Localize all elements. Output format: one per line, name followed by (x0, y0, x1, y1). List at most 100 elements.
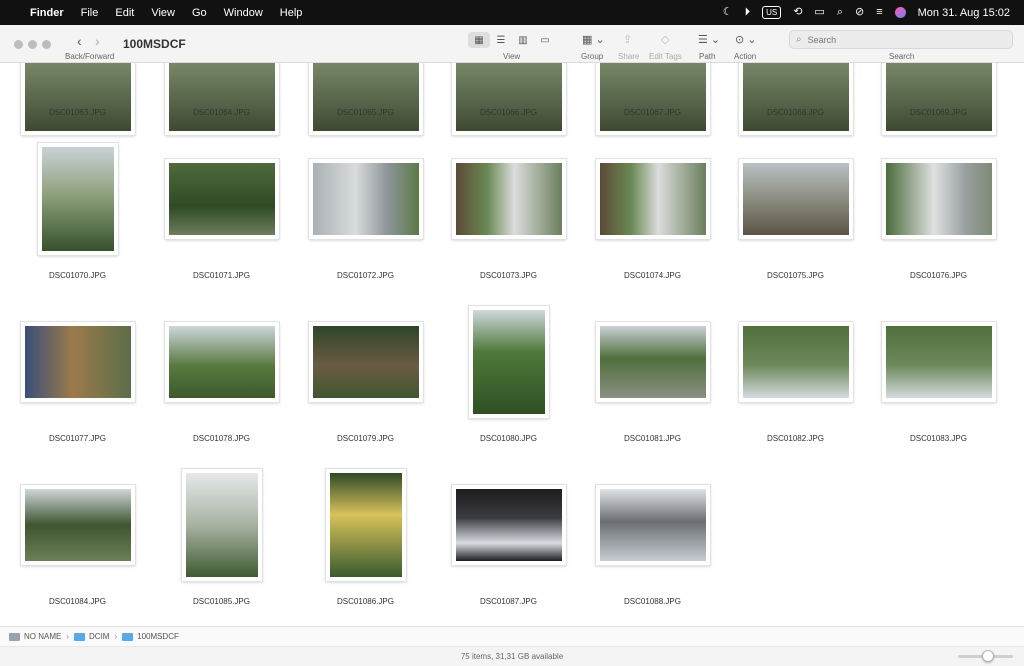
file-thumbnail[interactable] (595, 63, 710, 135)
menu-view[interactable]: View (151, 7, 175, 19)
search-field[interactable]: ⌕ (789, 30, 1013, 49)
file-thumbnail[interactable] (738, 159, 853, 239)
file-thumbnail[interactable] (881, 159, 996, 239)
file-thumbnail[interactable] (881, 63, 996, 135)
file-name-label: DSC01079.JPG (337, 434, 394, 443)
file-thumbnail[interactable] (451, 159, 566, 239)
status-text: 75 items, 31,31 GB available (460, 652, 564, 661)
file-thumbnail[interactable] (20, 322, 135, 402)
minimize-window-button[interactable] (28, 40, 37, 49)
menu-clock[interactable]: Mon 31. Aug 15:02 (918, 7, 1010, 19)
close-window-button[interactable] (14, 40, 23, 49)
file-thumbnail[interactable] (308, 63, 423, 135)
file-thumbnail[interactable] (164, 63, 279, 135)
file-thumbnail[interactable] (164, 322, 279, 402)
file-thumbnail[interactable] (20, 485, 135, 565)
file-thumbnail[interactable] (738, 322, 853, 402)
share-icon[interactable]: ⇪ (623, 33, 632, 46)
file-name-label: DSC01071.JPG (193, 271, 250, 280)
action-label: Action (734, 52, 757, 61)
photo-preview (168, 63, 275, 131)
file-thumbnail[interactable] (325, 469, 406, 581)
path-label: Path (699, 52, 716, 61)
photo-preview (599, 63, 706, 131)
file-name-label: DSC01064.JPG (193, 108, 250, 117)
file-thumbnail[interactable] (595, 485, 710, 565)
gallery-view-button[interactable]: ▭ (534, 32, 556, 48)
action-button[interactable]: ⊙ ⌄ (735, 33, 757, 46)
search-icon[interactable]: ⌕ (837, 7, 843, 18)
search-input[interactable] (807, 34, 988, 45)
folder-icon (74, 632, 86, 641)
file-thumbnail[interactable] (595, 159, 710, 239)
siri-icon[interactable] (894, 7, 906, 18)
file-thumbnail[interactable] (181, 469, 262, 581)
menu-go[interactable]: Go (192, 7, 207, 19)
view-label: View (503, 52, 521, 61)
list-view-button[interactable]: ☰ (490, 32, 512, 48)
play-circle-icon[interactable]: ⏵ (745, 7, 751, 18)
photo-preview (312, 326, 419, 398)
moon-icon[interactable]: ☾ (723, 7, 733, 18)
photo-preview (455, 163, 562, 235)
menu-window[interactable]: Window (224, 7, 263, 19)
control-center-icon[interactable]: ≡ (876, 7, 882, 18)
file-name-label: DSC01067.JPG (624, 108, 681, 117)
menu-bar: Finder File Edit View Go Window Help ☾ ⏵… (0, 0, 1024, 25)
back-forward-label: Back/Forward (65, 52, 115, 61)
keyboard-layout-badge[interactable]: US (762, 6, 782, 19)
tag-icon[interactable]: ◇ (661, 33, 669, 46)
zoom-window-button[interactable] (42, 40, 51, 49)
file-thumbnail[interactable] (164, 159, 279, 239)
file-name-label: DSC01083.JPG (910, 434, 967, 443)
file-name-label: DSC01066.JPG (480, 108, 537, 117)
status-bar: 75 items, 31,31 GB available (0, 646, 1024, 666)
photo-preview (329, 473, 402, 577)
back-button[interactable]: ‹ (77, 33, 82, 49)
file-thumbnail[interactable] (451, 485, 566, 565)
file-thumbnail[interactable] (451, 63, 566, 135)
view-switcher: ▦ ☰ ▥ ▭ (468, 32, 556, 50)
photo-preview (168, 326, 275, 398)
file-name-label: DSC01080.JPG (480, 434, 537, 443)
wifi-off-icon[interactable]: ⊘ (855, 7, 864, 18)
group-button[interactable]: ▦ ⌄ (582, 33, 605, 46)
photo-preview (185, 473, 258, 577)
file-name-label: DSC01063.JPG (49, 108, 106, 117)
file-name-label: DSC01070.JPG (49, 271, 106, 280)
photo-preview (599, 489, 706, 561)
file-thumbnail[interactable] (37, 143, 118, 255)
column-view-button[interactable]: ▥ (512, 32, 534, 48)
edit-tags-label: Edit Tags (649, 52, 682, 61)
file-name-label: DSC01082.JPG (767, 434, 824, 443)
crumb-drive[interactable]: NO NAME (9, 632, 61, 641)
file-icon-grid[interactable]: DSC01063.JPG DSC01064.JPG DSC01065.JPG DSC0… (0, 63, 1024, 626)
file-thumbnail[interactable] (308, 159, 423, 239)
file-thumbnail[interactable] (468, 306, 549, 418)
menu-app-name[interactable]: Finder (30, 7, 64, 19)
path-button[interactable]: ☰ ⌄ (698, 33, 720, 46)
crumb-100msdcf[interactable]: 100MSDCF (122, 632, 179, 641)
file-thumbnail[interactable] (738, 63, 853, 135)
photo-preview (742, 163, 849, 235)
file-thumbnail[interactable] (881, 322, 996, 402)
share-label: Share (618, 52, 640, 61)
file-name-label: DSC01078.JPG (193, 434, 250, 443)
crumb-dcim[interactable]: DCIM (74, 632, 109, 641)
file-name-label: DSC01086.JPG (337, 597, 394, 606)
folder-icon (122, 632, 134, 641)
battery-icon[interactable]: ▭ (814, 7, 824, 18)
menu-edit[interactable]: Edit (115, 7, 134, 19)
photo-preview (885, 63, 992, 131)
icon-view-button[interactable]: ▦ (468, 32, 490, 48)
menu-file[interactable]: File (81, 7, 99, 19)
forward-button[interactable]: › (95, 33, 100, 49)
time-machine-icon[interactable]: ⟲ (793, 7, 802, 18)
photo-preview (41, 147, 114, 251)
file-thumbnail[interactable] (308, 322, 423, 402)
file-name-label: DSC01065.JPG (337, 108, 394, 117)
file-thumbnail[interactable] (20, 63, 135, 135)
file-name-label: DSC01085.JPG (193, 597, 250, 606)
menu-help[interactable]: Help (280, 7, 303, 19)
file-thumbnail[interactable] (595, 322, 710, 402)
